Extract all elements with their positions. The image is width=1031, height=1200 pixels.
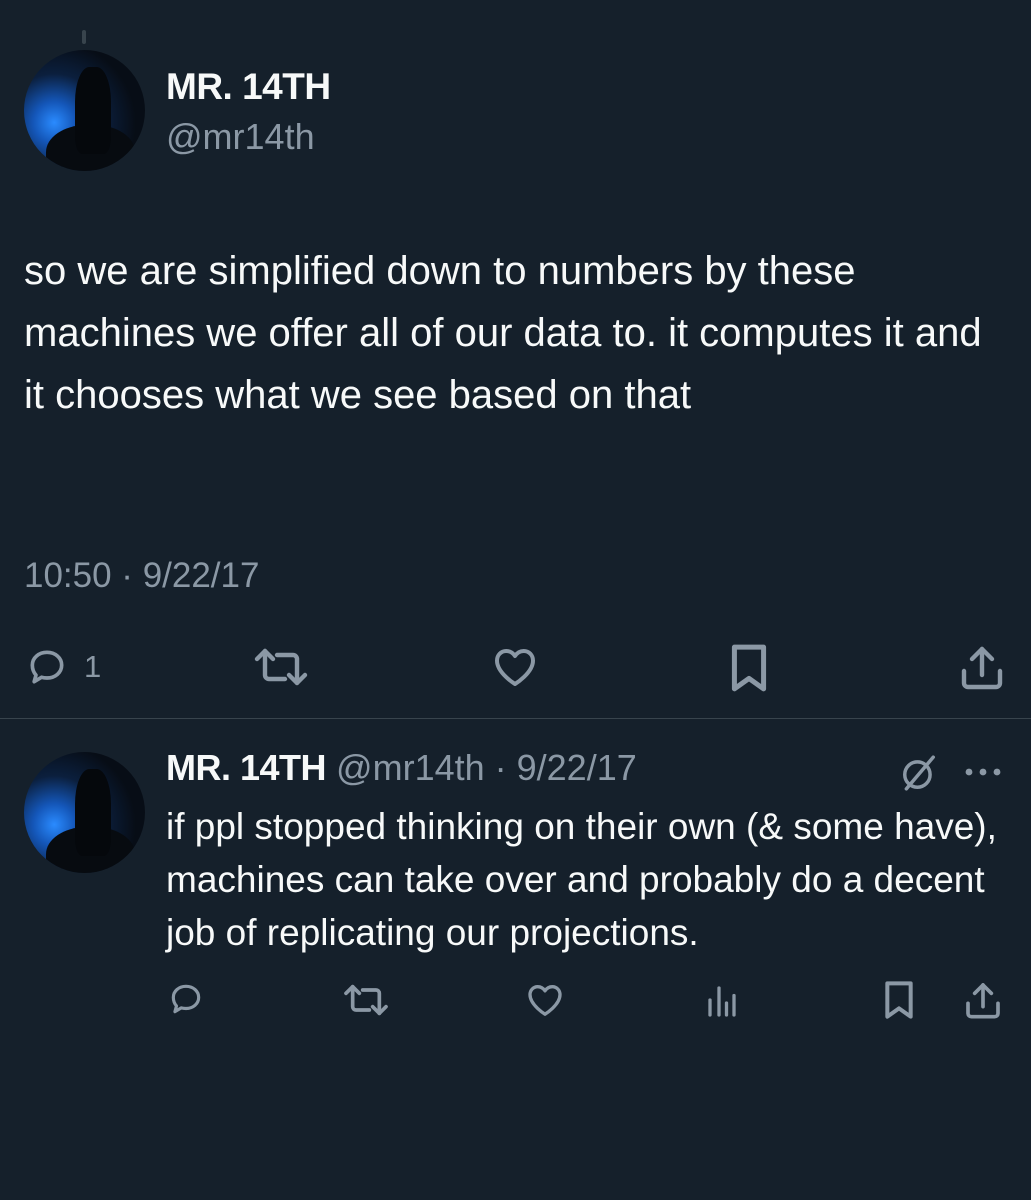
- avatar-figure: [74, 768, 112, 857]
- views-button[interactable]: [704, 982, 740, 1018]
- bookmark-icon: [885, 981, 913, 1019]
- tweet-thread: MR. 14TH @mr14th so we are simplified do…: [0, 0, 1031, 1200]
- reply-icon: [30, 650, 64, 684]
- bookmark-button[interactable]: [728, 643, 770, 693]
- reply-count: 1: [84, 649, 102, 684]
- more-icon: [965, 768, 1001, 776]
- reply-button[interactable]: 1: [24, 645, 101, 689]
- divider: [0, 718, 1031, 719]
- share-button[interactable]: [960, 643, 1004, 691]
- reply-share-button[interactable]: [964, 980, 1002, 1020]
- share-icon: [961, 646, 1003, 690]
- reply-handle-date[interactable]: @mr14th · 9/22/17: [336, 747, 637, 788]
- reply-icon: [171, 984, 201, 1014]
- bookmark-icon: [731, 644, 767, 692]
- grok-icon: [903, 755, 935, 791]
- more-button[interactable]: [962, 765, 1004, 779]
- grok-button[interactable]: [900, 754, 938, 792]
- thread-connector-line: [82, 30, 86, 44]
- views-icon: [708, 986, 736, 1017]
- reply-like-button[interactable]: [524, 980, 566, 1020]
- reply-avatar[interactable]: [24, 752, 145, 873]
- share-icon: [966, 983, 1000, 1019]
- author-name[interactable]: MR. 14TH: [166, 66, 331, 108]
- avatar[interactable]: [24, 50, 145, 171]
- reply-retweet-button[interactable]: [342, 980, 390, 1020]
- avatar-figure: [74, 66, 112, 155]
- reply-author-name[interactable]: MR. 14TH: [166, 747, 327, 788]
- tweet-timestamp[interactable]: 10:50 · 9/22/17: [24, 556, 259, 596]
- like-icon: [495, 649, 535, 686]
- reply-reply-button[interactable]: [166, 980, 206, 1018]
- reply-header: MR. 14TH @mr14th · 9/22/17: [166, 747, 637, 789]
- tweet-text: so we are simplified down to numbers by …: [24, 249, 982, 417]
- author-handle[interactable]: @mr14th: [166, 116, 315, 158]
- like-button[interactable]: [490, 643, 540, 691]
- reply-bookmark-button[interactable]: [882, 980, 916, 1020]
- retweet-icon: [254, 648, 308, 686]
- retweet-icon: [344, 984, 388, 1016]
- retweet-button[interactable]: [252, 643, 310, 691]
- reply-tweet-text: if ppl stopped thinking on their own (& …: [166, 806, 997, 953]
- like-icon: [528, 985, 562, 1016]
